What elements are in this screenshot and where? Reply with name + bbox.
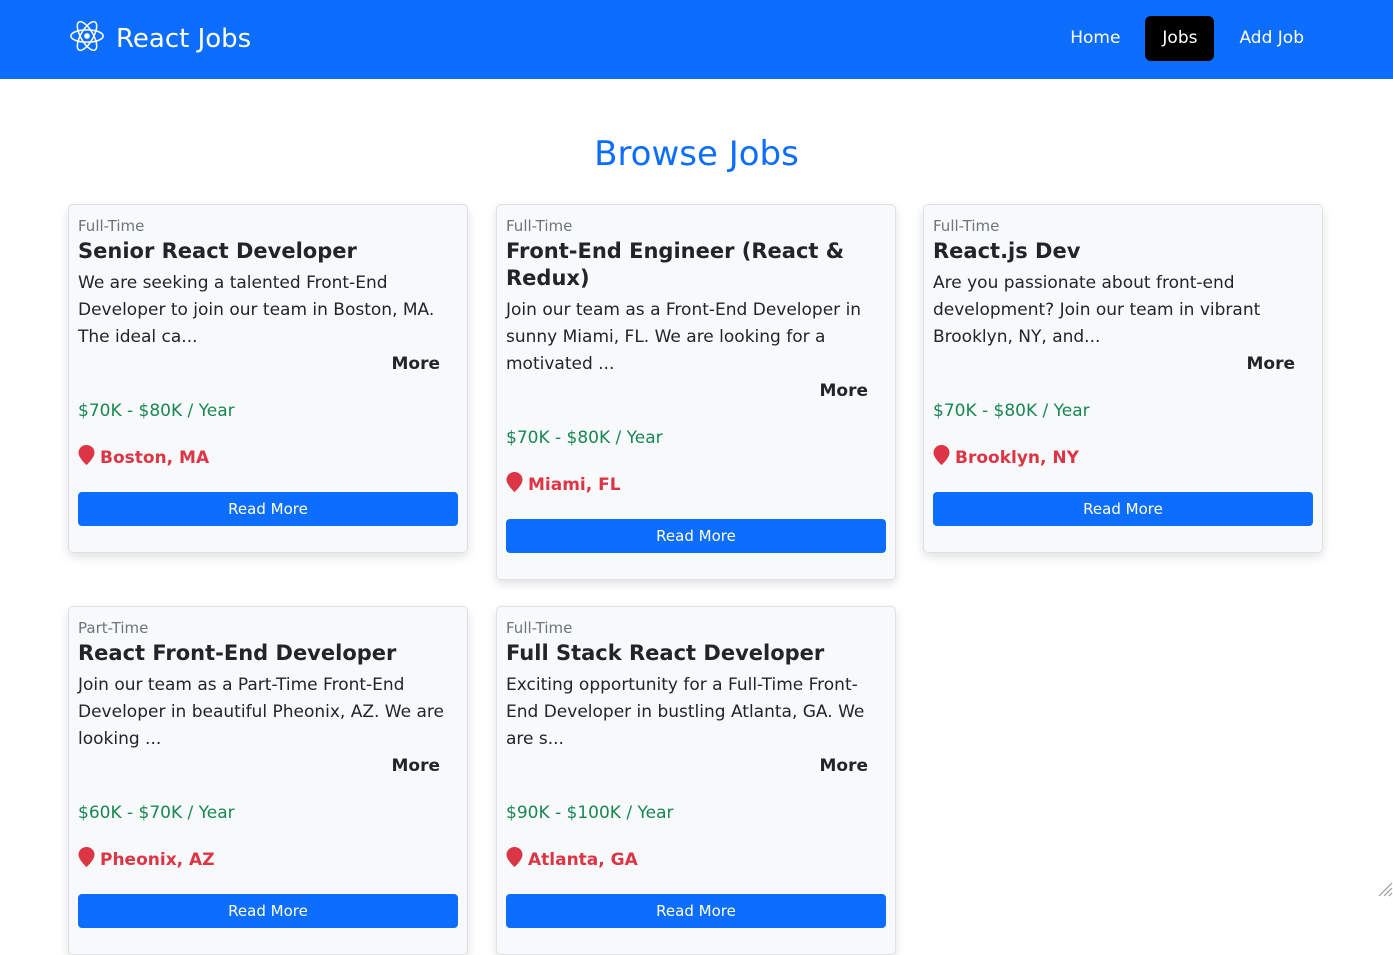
job-location-text: Miami, FL xyxy=(528,474,621,496)
job-title: React Front-End Developer xyxy=(78,640,458,667)
job-card: Full-Time Front-End Engineer (React & Re… xyxy=(496,204,896,580)
more-button[interactable]: More xyxy=(819,753,868,780)
job-card: Full-Time Full Stack React Developer Exc… xyxy=(496,606,896,955)
job-type: Full-Time xyxy=(506,217,886,235)
job-description: We are seeking a talented Front-End Deve… xyxy=(78,270,458,351)
job-description: Are you passionate about front-end devel… xyxy=(933,270,1313,351)
nav-home-link[interactable]: Home xyxy=(1053,16,1137,61)
job-salary: $70K - $80K / Year xyxy=(506,427,886,449)
job-location-text: Pheonix, AZ xyxy=(100,849,215,871)
read-more-button[interactable]: Read More xyxy=(78,894,458,928)
map-marker-icon xyxy=(78,445,95,471)
nav-jobs-link[interactable]: Jobs xyxy=(1145,16,1214,61)
job-location: Boston, MA xyxy=(78,445,458,471)
map-marker-icon xyxy=(506,847,523,873)
job-title: Senior React Developer xyxy=(78,238,458,265)
job-location: Miami, FL xyxy=(506,472,886,498)
brand-link[interactable]: React Jobs xyxy=(68,20,251,58)
job-type: Full-Time xyxy=(506,619,886,637)
nav-links: Home Jobs Add Job xyxy=(1053,16,1321,61)
nav-add-job-link[interactable]: Add Job xyxy=(1222,16,1321,61)
job-card: Part-Time React Front-End Developer Join… xyxy=(68,606,468,955)
job-card: Full-Time React.js Dev Are you passionat… xyxy=(923,204,1323,553)
job-title: Front-End Engineer (React & Redux) xyxy=(506,238,886,292)
job-location-text: Brooklyn, NY xyxy=(955,447,1079,469)
page-title: Browse Jobs xyxy=(0,134,1393,174)
react-logo-icon xyxy=(68,17,106,62)
job-type: Full-Time xyxy=(933,217,1313,235)
job-description: Exciting opportunity for a Full-Time Fro… xyxy=(506,672,886,753)
job-description: Join our team as a Front-End Developer i… xyxy=(506,297,886,378)
resize-grip-icon[interactable] xyxy=(1375,879,1393,897)
read-more-button[interactable]: Read More xyxy=(506,894,886,928)
map-marker-icon xyxy=(506,472,523,498)
map-marker-icon xyxy=(78,847,95,873)
more-button[interactable]: More xyxy=(391,753,440,780)
job-title: React.js Dev xyxy=(933,238,1313,265)
more-button[interactable]: More xyxy=(819,378,868,405)
read-more-button[interactable]: Read More xyxy=(506,519,886,553)
job-type: Part-Time xyxy=(78,619,458,637)
job-salary: $70K - $80K / Year xyxy=(933,400,1313,422)
job-card: Full-Time Senior React Developer We are … xyxy=(68,204,468,553)
job-type: Full-Time xyxy=(78,217,458,235)
brand-title: React Jobs xyxy=(116,24,251,54)
job-location-text: Boston, MA xyxy=(100,447,209,469)
job-salary: $70K - $80K / Year xyxy=(78,400,458,422)
job-location: Pheonix, AZ xyxy=(78,847,458,873)
more-button[interactable]: More xyxy=(391,351,440,378)
job-salary: $90K - $100K / Year xyxy=(506,802,886,824)
job-location: Atlanta, GA xyxy=(506,847,886,873)
job-title: Full Stack React Developer xyxy=(506,640,886,667)
navbar: React Jobs Home Jobs Add Job xyxy=(0,0,1393,79)
map-marker-icon xyxy=(933,445,950,471)
job-location-text: Atlanta, GA xyxy=(528,849,638,871)
read-more-button[interactable]: Read More xyxy=(933,492,1313,526)
job-description: Join our team as a Part-Time Front-End D… xyxy=(78,672,458,753)
job-salary: $60K - $70K / Year xyxy=(78,802,458,824)
more-button[interactable]: More xyxy=(1246,351,1295,378)
job-location: Brooklyn, NY xyxy=(933,445,1313,471)
read-more-button[interactable]: Read More xyxy=(78,492,458,526)
